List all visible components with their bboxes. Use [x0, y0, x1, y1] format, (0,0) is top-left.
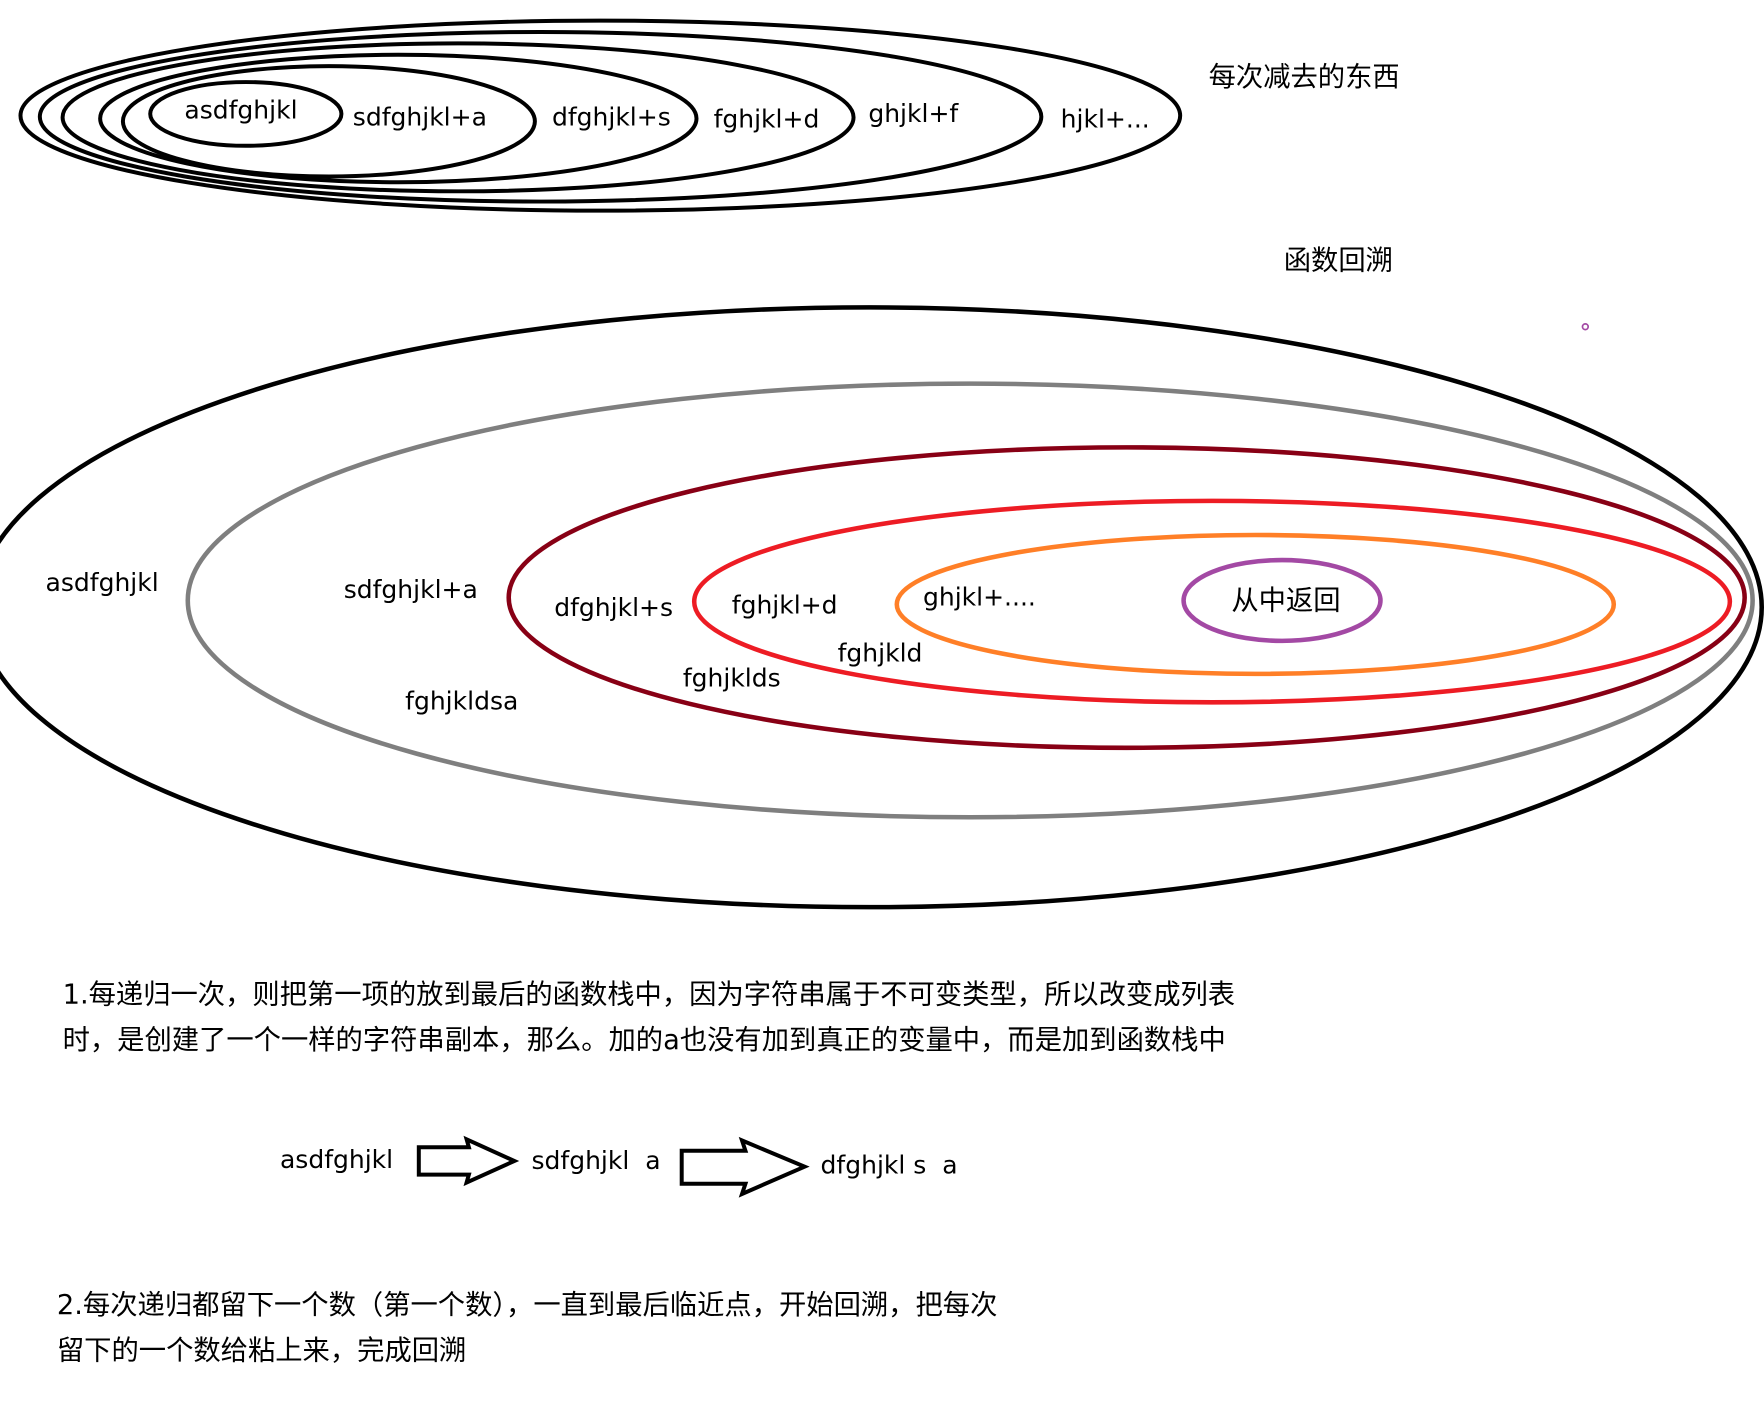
bottom-diagram-caption: 函数回溯: [1284, 245, 1393, 276]
bottom-ring-3-label: dfghjkl+s: [554, 593, 673, 622]
return-label-2: fghjklds: [683, 664, 781, 693]
flow-step-1: asdfghjkl: [280, 1145, 393, 1174]
stray-dot: [1581, 323, 1590, 331]
bottom-diagram: 函数回溯 asdfghjkl sdfghjkl+a dfghjkl+s fghj…: [0, 245, 1764, 910]
note-2-line-1: 2.每次递归都留下一个数（第一个数），一直到最后临近点，开始回溯，把每次: [57, 1290, 997, 1321]
top-ring-5-label: ghjkl+f: [868, 99, 959, 128]
top-diagram-caption: 每次减去的东西: [1209, 62, 1400, 93]
top-diagram: asdfghjkl sdfghjkl+a dfghjkl+s fghjkl+d …: [18, 18, 1400, 213]
recursion-diagram-canvas: asdfghjkl sdfghjkl+a dfghjkl+s fghjkl+d …: [0, 18, 1764, 1367]
bottom-ring-4-label: fghjkl+d: [732, 591, 838, 620]
note-2: 2.每次递归都留下一个数（第一个数），一直到最后临近点，开始回溯，把每次 留下的…: [57, 1290, 997, 1367]
flow-step-3: dfghjkl s a: [821, 1151, 958, 1180]
return-label-3: fghjkldsa: [405, 686, 518, 715]
note-1: 1.每递归一次，则把第一项的放到最后的函数栈中，因为字符串属于不可变类型，所以改…: [63, 979, 1236, 1056]
bottom-ring-1-label: asdfghjkl: [46, 568, 159, 597]
right-arrow-icon: [416, 1135, 520, 1187]
return-label-1: fghjkld: [838, 639, 923, 668]
top-ring-3-label: dfghjkl+s: [552, 102, 671, 131]
bottom-ring-5-label: ghjkl+....: [923, 583, 1036, 612]
bottom-ring-6-label: 从中返回: [1231, 586, 1340, 617]
top-ring-2-label: sdfghjkl+a: [353, 102, 487, 131]
top-ring-1-label: asdfghjkl: [184, 96, 297, 125]
right-arrow-icon: [679, 1136, 810, 1198]
note-1-line-1: 1.每递归一次，则把第一项的放到最后的函数栈中，因为字符串属于不可变类型，所以改…: [63, 979, 1236, 1010]
note-1-line-2: 时，是创建了一个一样的字符串副本，那么。加的a也没有加到真正的变量中，而是加到函…: [63, 1025, 1226, 1056]
note-2-line-2: 留下的一个数给粘上来，完成回溯: [57, 1336, 466, 1367]
flow-row: asdfghjkl sdfghjkl a dfghjkl s a: [280, 1135, 958, 1198]
top-ring-4-label: fghjkl+d: [714, 105, 820, 134]
flow-step-2: sdfghjkl a: [531, 1146, 660, 1175]
top-ring-6-label: hjkl+...: [1061, 105, 1150, 134]
bottom-ring-2-label: sdfghjkl+a: [344, 575, 478, 604]
